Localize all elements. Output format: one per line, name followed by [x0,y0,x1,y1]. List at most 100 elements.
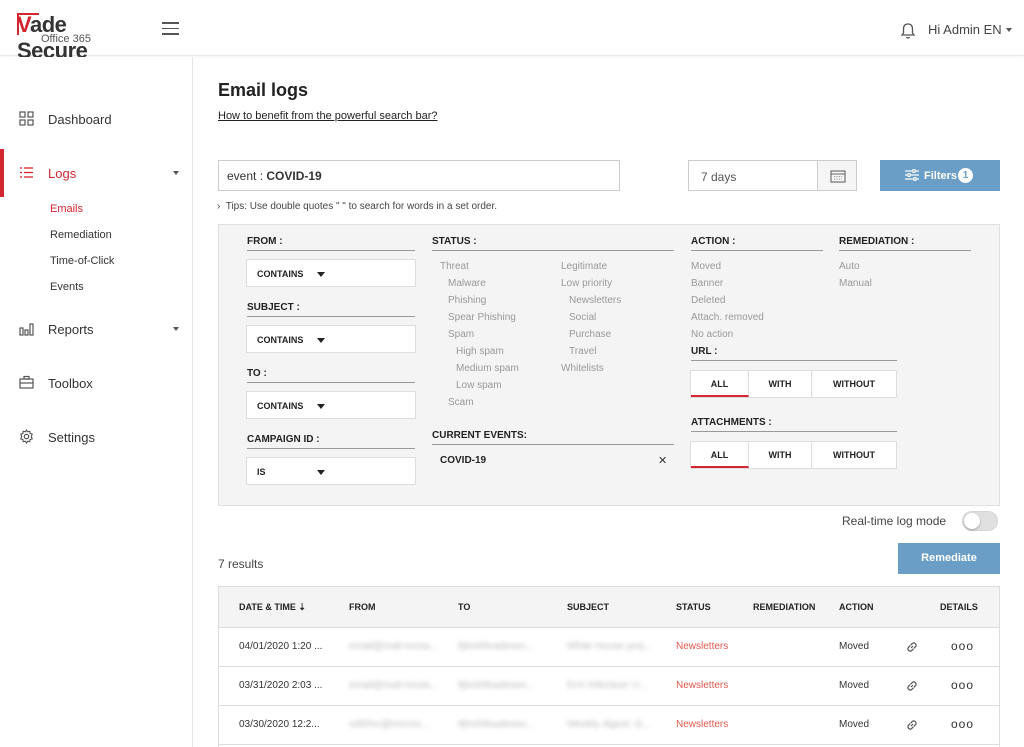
close-icon[interactable]: ✕ [658,454,667,467]
column-header-from[interactable]: FROM [349,602,376,612]
hamburger-menu-icon[interactable] [162,22,179,35]
url-all-option[interactable]: ALL [691,371,749,397]
status-option[interactable]: Spear Phishing [448,312,516,323]
sliders-icon [905,169,919,181]
status-option[interactable]: Spam [448,329,474,340]
remediation-title: REMEDIATION : [839,236,915,247]
url-with-option[interactable]: WITH [749,371,812,397]
cell-from: email@mail-mcsis... [349,641,439,652]
sidebar-item-toolbox[interactable]: Toolbox [0,359,193,407]
sidebar-subitem-remediation[interactable]: Remediation [50,229,112,241]
vade-secure-logo[interactable]: Vade Secure Office 365 [17,12,142,63]
bell-icon[interactable] [900,22,916,40]
calendar-icon [830,170,846,183]
status-option[interactable]: Phishing [448,295,486,306]
remediate-button[interactable]: Remediate [898,543,1000,574]
cell-subject: Weekly digest: G... [567,719,651,730]
caret-down-icon [317,470,325,475]
status-option[interactable]: Whitelists [561,363,604,374]
status-option[interactable]: Travel [569,346,596,357]
attachments-all-option[interactable]: ALL [691,442,749,468]
remediation-option[interactable]: Auto [839,261,860,272]
table-row[interactable]: 04/01/2020 1:20 ... email@mail-mcsis... … [219,628,999,667]
link-icon[interactable] [905,640,919,654]
sidebar-item-reports[interactable]: Reports [0,305,193,353]
status-option[interactable]: Low priority [561,278,612,289]
sidebar-item-dashboard[interactable]: Dashboard [0,95,193,143]
bar-chart-icon [19,323,34,336]
url-without-option[interactable]: WITHOUT [812,371,896,397]
status-option[interactable]: Social [569,312,596,323]
action-option[interactable]: Moved [691,261,721,272]
column-header-subject[interactable]: SUBJECT [567,602,609,612]
column-header-to[interactable]: TO [458,602,470,612]
top-header: Vade Secure Office 365 Hi Admin EN [0,0,1024,63]
column-header-status[interactable]: STATUS [676,602,711,612]
link-icon[interactable] [905,718,919,732]
column-header-remediation[interactable]: REMEDIATION [753,602,815,612]
sidebar-item-label: Dashboard [48,112,112,127]
status-option[interactable]: High spam [456,346,504,357]
sidebar-item-label: Settings [48,430,95,445]
user-menu-label[interactable]: Hi Admin EN [928,22,1002,37]
action-option[interactable]: Banner [691,278,723,289]
cell-date: 03/30/2020 12:2... [239,719,320,730]
campaign-operator-select[interactable]: IS [246,457,416,485]
action-option[interactable]: Deleted [691,295,725,306]
more-options-icon[interactable]: ooo [951,678,974,692]
logo-subtitle: Office 365 [41,33,91,45]
logo-v: V [17,12,30,37]
sidebar-item-logs[interactable]: Logs [0,149,193,197]
subject-title: SUBJECT : [247,302,300,313]
remediation-option[interactable]: Manual [839,278,872,289]
more-options-icon[interactable]: ooo [951,717,974,731]
cell-subject: White House proj... [567,641,653,652]
date-range-input[interactable]: 7 days [688,160,818,191]
table-row[interactable]: 03/31/2020 2:03 ... email@mail-mcsis... … [219,667,999,706]
more-options-icon[interactable]: ooo [951,639,974,653]
status-option[interactable]: Scam [448,397,474,408]
column-header-action[interactable]: ACTION [839,602,874,612]
action-option[interactable]: No action [691,329,733,340]
status-option[interactable]: Threat [440,261,469,272]
sidebar-subitem-events[interactable]: Events [50,281,84,293]
subject-operator-select[interactable]: CONTAINS [246,325,416,353]
cell-from: email@mail-mcsis... [349,680,439,691]
list-icon [20,167,33,178]
cell-to: ltjhcl49vadesec... [458,719,535,730]
status-option[interactable]: Purchase [569,329,611,340]
link-icon[interactable] [905,679,919,693]
campaign-id-title: CAMPAIGN ID : [247,434,320,445]
search-input[interactable]: event : COVID-19 [218,160,620,191]
column-header-date[interactable]: DATE & TIME ⇣ [239,602,306,613]
attachments-without-option[interactable]: WITHOUT [812,442,896,468]
filters-label: Filters [924,170,958,182]
realtime-toggle[interactable] [962,511,998,531]
sidebar-subitem-time-of-click[interactable]: Time-of-Click [50,255,114,267]
chevron-down-icon[interactable] [1006,28,1012,32]
cell-status: Newsletters [676,719,729,730]
to-operator-select[interactable]: CONTAINS [246,391,416,419]
help-link[interactable]: How to benefit from the powerful search … [218,110,438,122]
status-option[interactable]: Low spam [456,380,502,391]
attachments-with-option[interactable]: WITH [749,442,812,468]
from-operator-select[interactable]: CONTAINS [246,259,416,287]
calendar-button[interactable] [817,160,857,191]
status-option[interactable]: Medium spam [456,363,519,374]
sidebar-item-settings[interactable]: Settings [0,413,193,461]
action-option[interactable]: Attach. removed [691,312,764,323]
chevron-right-icon: › [217,201,226,212]
status-option[interactable]: Malware [448,278,486,289]
status-option[interactable]: Legitimate [561,261,607,272]
sort-desc-icon[interactable]: ⇣ [298,602,306,612]
gear-icon [20,429,33,444]
filters-count-badge: 1 [958,168,973,183]
search-prefix: event : [227,169,267,183]
sidebar-subitem-emails[interactable]: Emails [50,203,83,215]
status-title: STATUS : [432,236,477,247]
filters-button[interactable]: Filters 1 [880,160,1000,191]
status-option[interactable]: Newsletters [569,295,621,306]
cell-to: ltjhcl49vadesec... [458,641,535,652]
table-row[interactable]: 03/30/2020 12:2... s360nc@micros... ltjh… [219,706,999,745]
sidebar: Dashboard Logs Emails Remediation Time-o… [0,57,193,747]
